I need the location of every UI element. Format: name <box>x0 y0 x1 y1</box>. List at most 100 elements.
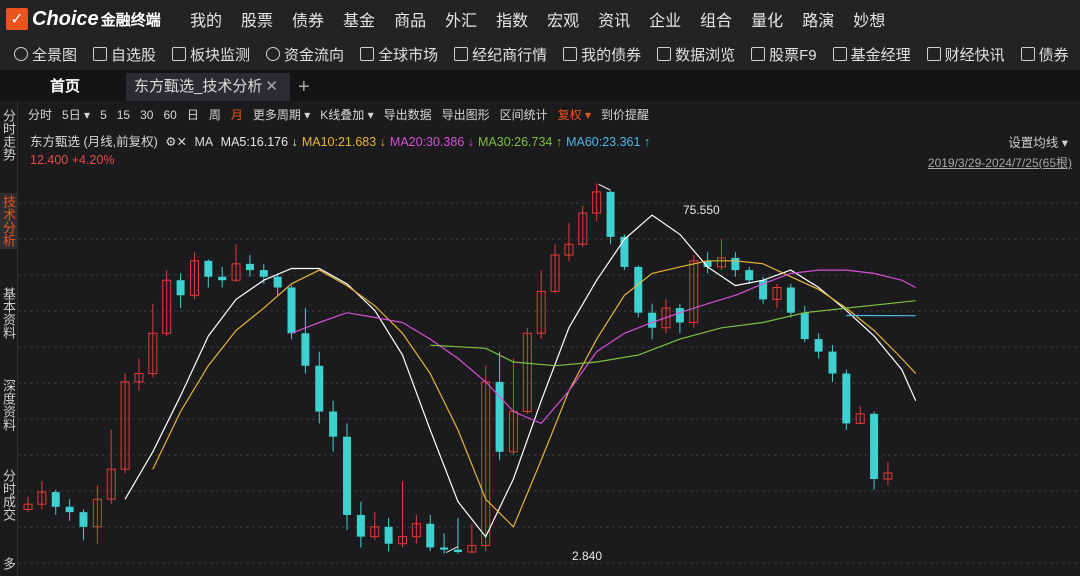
chart-toolbar-item[interactable]: 30 <box>140 108 153 122</box>
set-ma-button[interactable]: 设置均线 ▾ <box>1008 132 1068 151</box>
chart-canvas[interactable] <box>18 128 1080 576</box>
toolbar-item[interactable]: 股票F9 <box>751 44 817 65</box>
toolbar-item-icon <box>360 47 375 61</box>
toolbar-item[interactable]: 全球市场 <box>360 44 438 65</box>
candle-body <box>259 270 268 277</box>
stock-title: 东方甄选 (月线,前复权) <box>30 135 158 149</box>
chart-toolbar-item[interactable]: 导出数据 <box>384 106 432 123</box>
side-tab[interactable]: 技术分析 <box>0 193 17 249</box>
ma-value: MA5:16.176 ↓ <box>220 135 298 149</box>
candle-body <box>870 413 879 479</box>
app-header: ✓ Choice 金融终端 我的 股票 债券 基金 商品 外汇 指数 宏观 资讯 企业 组合 量化 路演… <box>0 0 1080 38</box>
toolbar-item-label: 财经快讯 <box>944 46 1005 64</box>
candle-body <box>800 312 809 340</box>
toolbar-item[interactable]: 自选股 <box>93 44 156 65</box>
nav-item[interactable]: 组合 <box>700 7 732 31</box>
candle-body <box>329 411 338 437</box>
toolbar-item[interactable]: 板块监测 <box>172 44 250 65</box>
chart-toolbar-item[interactable]: 月 <box>231 106 243 123</box>
side-tab[interactable]: 深度资料 <box>0 377 17 433</box>
toolbar-item-icon <box>93 47 108 61</box>
ma-value: MA20:30.386 ↓ <box>389 135 474 149</box>
app-logo[interactable]: ✓ Choice 金融终端 <box>6 7 161 31</box>
nav-item[interactable]: 量化 <box>751 7 783 31</box>
chart-toolbar-item[interactable]: 复权 ▾ <box>558 106 591 123</box>
nav-item[interactable]: 企业 <box>649 7 681 31</box>
chart-toolbar-item[interactable]: 周 <box>209 106 221 123</box>
nav-item[interactable]: 资讯 <box>598 7 630 31</box>
add-tab-icon[interactable]: + <box>298 73 310 101</box>
toolbar-item[interactable]: 我的债券 <box>563 44 641 65</box>
candle-body <box>453 549 462 553</box>
nav-item[interactable]: 基金 <box>343 7 375 31</box>
nav-item[interactable]: 债券 <box>292 7 324 31</box>
candle-body <box>440 547 449 550</box>
nav-item[interactable]: 股票 <box>241 7 273 31</box>
toolbar-item[interactable]: 全景图 <box>14 44 77 65</box>
toolbar-item[interactable]: 债券 <box>1020 44 1069 65</box>
nav-item[interactable]: 指数 <box>496 7 528 31</box>
tab-home[interactable]: 首页 <box>50 73 80 101</box>
kline-chart[interactable]: 东方甄选 (月线,前复权) ⚙✕ MA MA5:16.176 ↓ MA10:21.… <box>18 128 1080 576</box>
chart-toolbar-item[interactable]: 15 <box>117 108 130 122</box>
chart-info-row: 东方甄选 (月线,前复权) ⚙✕ MA MA5:16.176 ↓ MA10:21.… <box>30 131 658 150</box>
candle-body <box>273 276 282 288</box>
candle-body <box>384 526 393 544</box>
high-price-label: 75.550 <box>683 203 720 217</box>
candle-body <box>814 339 823 352</box>
nav-item[interactable]: 妙想 <box>853 7 885 31</box>
nav-item[interactable]: 我的 <box>190 7 222 31</box>
chart-toolbar-item[interactable]: 5日 ▾ <box>62 106 90 123</box>
nav-item[interactable]: 宏观 <box>547 7 579 31</box>
toolbar-item-label: 全景图 <box>32 46 78 64</box>
chart-toolbar-item[interactable]: 导出图形 <box>442 106 490 123</box>
toolbar-item-label: 资金流向 <box>284 46 345 64</box>
chart-toolbar-item[interactable]: 更多周期 ▾ <box>253 106 310 123</box>
nav-item[interactable]: 外汇 <box>445 7 477 31</box>
side-tab[interactable]: 基本资料 <box>0 285 17 341</box>
toolbar-item-icon <box>751 47 766 61</box>
nav-item[interactable]: 商品 <box>394 7 426 31</box>
toolbar-item-icon <box>454 47 469 61</box>
tab-technical-analysis[interactable]: 东方甄选_技术分析 ✕ <box>126 73 290 101</box>
close-icon[interactable]: ✕ <box>265 73 278 101</box>
side-tab[interactable]: 分时成交 <box>0 467 17 523</box>
candle-body <box>620 236 629 267</box>
chart-toolbar-item[interactable]: 5 <box>100 108 107 122</box>
ma-values: MA5:16.176 ↓ MA10:21.683 ↓ MA20:30.386 ↓ MA… <box>221 135 655 149</box>
candle-body <box>204 260 213 277</box>
toolbar-item-label: 债券 <box>1038 46 1069 64</box>
tab-bar: 首页 东方甄选_技术分析 ✕ + <box>0 71 1080 101</box>
toolbar-item[interactable]: 经纪商行情 <box>454 44 547 65</box>
side-tab[interactable]: 分时走势 <box>0 107 17 163</box>
chart-toolbar-item[interactable]: K线叠加 ▾ <box>320 106 373 123</box>
tab-label: 东方甄选_技术分析 <box>134 78 263 95</box>
toolbar-item[interactable]: 资金流向 <box>266 44 344 65</box>
ma-settings-icons[interactable]: ⚙✕ <box>165 135 187 149</box>
toolbar-item-icon <box>266 47 281 61</box>
candle-body <box>828 351 837 374</box>
date-range[interactable]: 2019/3/29-2024/7/25(65根) <box>928 154 1072 171</box>
side-tab[interactable]: 多 <box>0 555 17 572</box>
candle-body <box>343 436 352 515</box>
chart-toolbar-item[interactable]: 60 <box>163 108 176 122</box>
chart-toolbar-item[interactable]: 区间统计 <box>500 106 548 123</box>
chart-toolbar-item[interactable]: 分时 <box>28 106 52 123</box>
high-marker-arrow <box>598 183 611 191</box>
toolbar-item[interactable]: 财经快讯 <box>926 44 1005 65</box>
toolbar-item[interactable]: 基金经理 <box>832 44 911 65</box>
candle-body <box>218 276 227 281</box>
logo-check-icon: ✓ <box>6 8 28 30</box>
candle-body <box>176 280 185 296</box>
nav-item[interactable]: 路演 <box>802 7 834 31</box>
toolbar-item-icon <box>172 47 187 61</box>
ma-line <box>430 300 916 367</box>
chart-toolbar-item[interactable]: 日 <box>187 106 199 123</box>
toolbar-item[interactable]: 数据浏览 <box>657 44 735 65</box>
candle-body <box>634 266 643 313</box>
toolbar-item-icon <box>14 47 28 61</box>
toolbar-item-label: 数据浏览 <box>675 46 736 64</box>
last-price: 12.400 +4.20% <box>30 153 115 167</box>
ma-value: MA30:26.734 ↑ <box>478 135 563 149</box>
chart-toolbar-item[interactable]: 到价提醒 <box>601 106 649 123</box>
